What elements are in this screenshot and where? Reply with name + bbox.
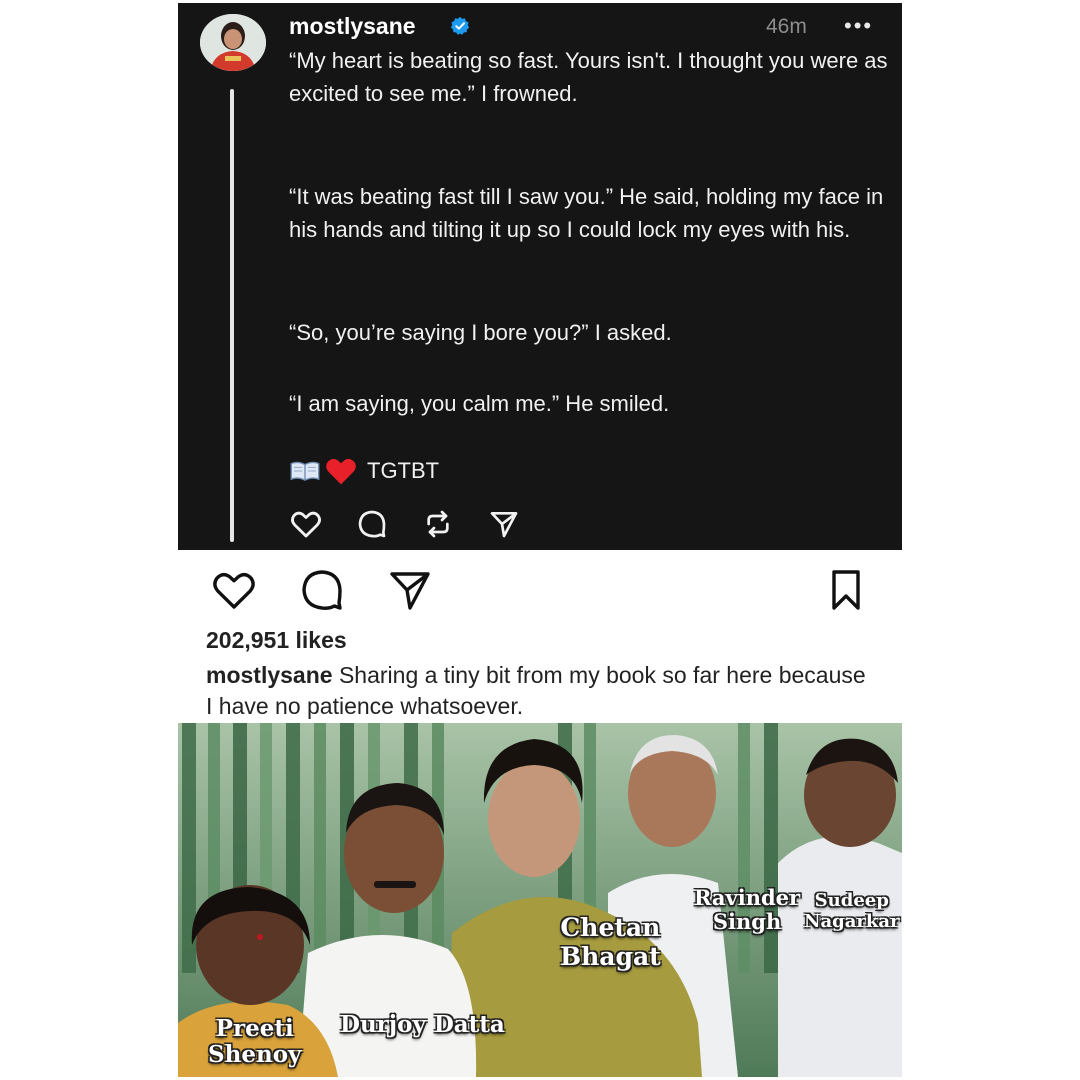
meme-label-line: Bhagat [560, 941, 661, 971]
post-time: 46m [766, 15, 807, 38]
thread-action-bar [288, 506, 552, 542]
post-caption: mostlysane Sharing a tiny bit from my bo… [206, 660, 866, 722]
send-icon[interactable] [384, 566, 436, 614]
share-icon[interactable] [486, 506, 522, 542]
signature-text: TGTBT [367, 458, 440, 483]
likes-count[interactable]: 202,951 likes [206, 627, 347, 654]
more-options-icon[interactable]: ••• [844, 13, 873, 39]
comment-icon[interactable] [296, 566, 348, 614]
heart-icon[interactable] [288, 506, 324, 542]
meme-photo: Chetan Bhagat Ravinder Singh Sudeep Naga… [178, 723, 902, 1077]
meme-label-preeti: Preeti Shenoy [208, 1015, 302, 1069]
post-signature: TGTBT [289, 456, 439, 486]
meme-label-line: Ravinder [694, 885, 801, 910]
thread-line [230, 89, 234, 542]
meme-label-line: Preeti [215, 1015, 294, 1042]
avatar[interactable] [200, 14, 266, 71]
post-paragraph: “So, you’re saying I bore you?” I asked. [289, 320, 672, 345]
red-heart-icon [325, 456, 357, 486]
meme-label-line: Shenoy [208, 1041, 302, 1069]
post-paragraph: “My heart is beating so fast. Yours isn'… [289, 48, 888, 106]
meme-label-durjoy: Durjoy Datta [340, 1011, 505, 1038]
meme-label-sudeep: Sudeep Nagarkar [804, 890, 900, 932]
repost-icon[interactable] [420, 506, 456, 542]
verified-badge-icon [450, 16, 470, 36]
meme-label-ravinder: Ravinder Singh [694, 885, 801, 935]
bookmark-icon[interactable] [820, 566, 872, 614]
post-paragraph: “I am saying, you calm me.” He smiled. [289, 391, 670, 416]
caption-username[interactable]: mostlysane [206, 662, 333, 688]
username[interactable]: mostlysane [289, 13, 416, 40]
open-book-icon [289, 460, 321, 482]
post-paragraph: “It was beating fast till I saw you.” He… [289, 184, 884, 242]
meme-label-line: Chetan [560, 913, 661, 942]
meme-label-line: Nagarkar [804, 910, 900, 932]
heart-icon[interactable] [208, 566, 260, 614]
meme-label-line: Sudeep [814, 890, 889, 911]
meme-label-chetan: Chetan Bhagat [560, 913, 661, 972]
comment-icon[interactable] [354, 506, 390, 542]
threads-post-card: mostlysane 46m ••• “My heart is beating … [178, 3, 902, 550]
meme-label-line: Singh [712, 909, 782, 935]
